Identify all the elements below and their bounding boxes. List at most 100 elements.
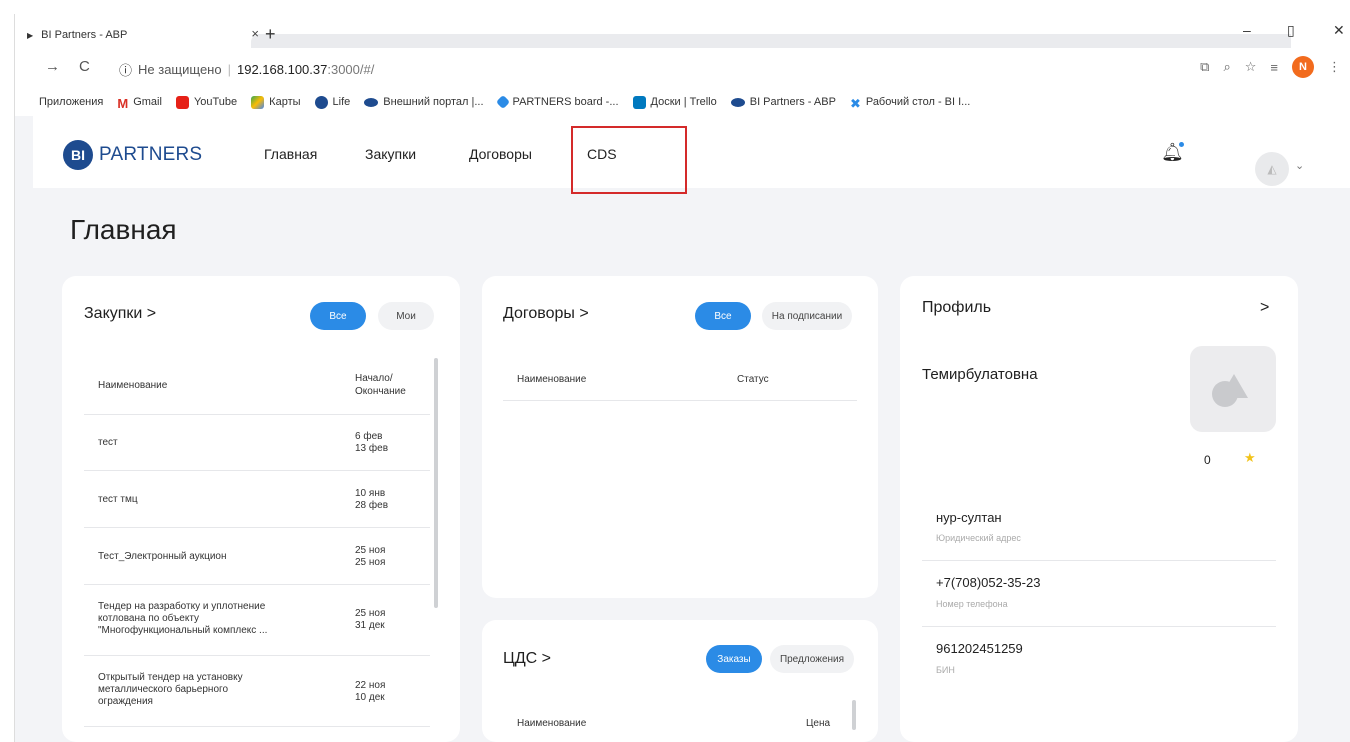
bookmark-partners-board[interactable]: PARTNERS board -... bbox=[495, 94, 619, 110]
row-divider bbox=[922, 626, 1276, 627]
tab-close-icon[interactable]: × bbox=[251, 26, 259, 41]
app-header: BI PARTNERS Главная Закупки Договоры CDS… bbox=[33, 116, 1350, 194]
row-end: 13 фев bbox=[355, 443, 389, 454]
cds-title[interactable]: ЦДС > bbox=[503, 650, 551, 668]
avatar-placeholder-icon bbox=[1212, 374, 1248, 407]
row-dates: 10 янв 28 фев bbox=[355, 488, 388, 512]
menu-icon[interactable]: ⋮ bbox=[1328, 59, 1341, 75]
row-end: 25 ноя bbox=[355, 557, 386, 568]
profile-bin: 961202451259 bbox=[936, 641, 1023, 656]
reload-icon[interactable]: C bbox=[79, 58, 90, 75]
gmail-icon: M bbox=[117, 95, 129, 111]
bookmark-maps[interactable]: Карты bbox=[251, 95, 301, 109]
contracts-filter-all[interactable]: Все bbox=[695, 302, 751, 330]
row-dates: 25 ноя 25 ноя bbox=[355, 545, 385, 569]
bookmark-label: Доски | Trello bbox=[650, 96, 717, 108]
purchases-title[interactable]: Закупки > bbox=[84, 305, 156, 323]
bookmark-gmail[interactable]: M Gmail bbox=[117, 95, 162, 111]
bookmark-label: Приложения bbox=[39, 96, 104, 108]
bookmark-bi-partners[interactable]: BI Partners - ABP bbox=[730, 96, 836, 108]
row-start: 22 ноя bbox=[355, 680, 386, 691]
row-start: 25 ноя bbox=[355, 608, 386, 619]
bookmark-label: PARTNERS board -... bbox=[512, 96, 619, 108]
logo[interactable]: BI PARTNERS bbox=[63, 140, 202, 170]
row-divider bbox=[922, 560, 1276, 561]
url-field[interactable]: ⓘ Не защищено | 192.168.100.37:3000/#/ bbox=[119, 60, 374, 79]
purchases-scrollbar[interactable] bbox=[434, 358, 438, 608]
table-row[interactable]: Тест_Электронный аукцион bbox=[98, 551, 227, 563]
logo-text: PARTNERS bbox=[99, 144, 203, 165]
table-row[interactable]: тест тмц bbox=[98, 494, 138, 506]
new-tab-button[interactable]: + bbox=[265, 25, 276, 43]
cds-col-price: Цена bbox=[806, 718, 831, 729]
bookmark-star-icon[interactable]: ☆ bbox=[1245, 59, 1257, 75]
bookmark-desktop[interactable]: ✖ Рабочий стол - BI I... bbox=[850, 96, 970, 111]
bookmark-apps[interactable]: Приложения bbox=[39, 96, 103, 108]
minimize-icon[interactable]: – bbox=[1243, 22, 1251, 38]
row-divider bbox=[84, 726, 430, 727]
forward-icon[interactable]: → bbox=[45, 58, 60, 75]
contracts-title[interactable]: Договоры > bbox=[503, 305, 589, 323]
page-title: Главная bbox=[70, 214, 177, 245]
bookmark-portal[interactable]: Внешний портал |... bbox=[364, 96, 484, 108]
info-icon[interactable]: ⓘ bbox=[119, 60, 132, 79]
user-avatar[interactable]: ◭ bbox=[1255, 152, 1289, 186]
star-icon: ★ bbox=[1244, 450, 1256, 465]
purchases-filter-all[interactable]: Все bbox=[310, 302, 366, 330]
col-dates-line: Окончание bbox=[355, 386, 406, 397]
nav-home[interactable]: Главная bbox=[264, 146, 317, 162]
zoom-icon[interactable]: ⌕ bbox=[1223, 59, 1230, 75]
bookmark-label: Внешний портал |... bbox=[383, 96, 484, 108]
row-divider bbox=[84, 655, 430, 656]
browser-tab[interactable]: ▶ BI Partners - ABP × bbox=[27, 22, 267, 48]
bookmark-label: Life bbox=[332, 96, 351, 108]
bi-icon bbox=[314, 95, 328, 109]
url-host: 192.168.100.37 bbox=[236, 62, 328, 77]
row-dates: 22 ноя 10 дек bbox=[355, 680, 385, 704]
row-name: тест тмц bbox=[98, 494, 138, 505]
row-divider bbox=[84, 584, 430, 585]
cds-filter-orders[interactable]: Заказы bbox=[706, 645, 762, 673]
nav-contracts[interactable]: Договоры bbox=[469, 146, 532, 162]
restore-icon[interactable]: ▯ bbox=[1287, 22, 1295, 39]
close-window-icon[interactable]: ✕ bbox=[1333, 22, 1345, 39]
row-name: Тест_Электронный аукцион bbox=[98, 551, 227, 562]
chevron-down-icon[interactable]: ⌄ bbox=[1295, 159, 1304, 172]
tab-favicon-icon: ▶ bbox=[27, 30, 34, 40]
profile-title[interactable]: Профиль bbox=[922, 299, 991, 317]
row-name: "Многофункциональный комплекс ... bbox=[98, 625, 268, 636]
cds-col-name: Наименование bbox=[517, 718, 587, 729]
cds-filter-offers[interactable]: Предложения bbox=[770, 645, 854, 673]
reading-list-icon[interactable]: ≡ bbox=[1270, 60, 1278, 75]
row-dates: 25 ноя 31 дек bbox=[355, 608, 385, 632]
bookmark-life[interactable]: Life bbox=[314, 95, 351, 109]
profile-name: Темирбулатовна bbox=[922, 366, 1038, 383]
bookmark-label: Gmail bbox=[133, 96, 162, 108]
eye-icon bbox=[730, 97, 745, 107]
table-row[interactable]: тест bbox=[98, 437, 118, 449]
nav-purchases[interactable]: Закупки bbox=[365, 146, 416, 162]
table-row[interactable]: Тендер на разработку и уплотнение котлова… bbox=[98, 601, 267, 637]
profile-chevron-icon[interactable]: > bbox=[1260, 299, 1269, 317]
bookmark-youtube[interactable]: YouTube bbox=[175, 95, 237, 109]
bookmark-label: BI Partners - ABP bbox=[749, 96, 836, 108]
table-row[interactable]: Открытый тендер на установку металлическо… bbox=[98, 672, 243, 708]
bookmark-trello[interactable]: Доски | Trello bbox=[632, 95, 717, 109]
contracts-filter-signing[interactable]: На подписании bbox=[762, 302, 852, 330]
notification-dot bbox=[1179, 142, 1184, 147]
profile-avatar-icon[interactable]: N bbox=[1292, 56, 1314, 78]
purchases-filter-mine[interactable]: Мои bbox=[378, 302, 434, 330]
tab-strip: ▶ BI Partners - ABP × + – ▯ ✕ bbox=[15, 14, 1350, 48]
url-security-label: Не защищено bbox=[138, 62, 222, 77]
bookmark-label: Карты bbox=[269, 96, 301, 108]
row-start: 25 ноя bbox=[355, 545, 386, 556]
cds-highlight-box bbox=[571, 126, 687, 194]
rating-count: 0 bbox=[1204, 453, 1211, 467]
contracts-col-name: Наименование bbox=[517, 374, 587, 385]
url-path: :3000/#/ bbox=[327, 62, 375, 77]
logo-badge: BI bbox=[63, 140, 93, 170]
translate-icon[interactable]: ⧉ bbox=[1200, 59, 1209, 75]
row-divider bbox=[503, 400, 857, 401]
profile-bin-label: БИН bbox=[936, 665, 955, 675]
cds-scrollbar[interactable] bbox=[852, 700, 856, 730]
